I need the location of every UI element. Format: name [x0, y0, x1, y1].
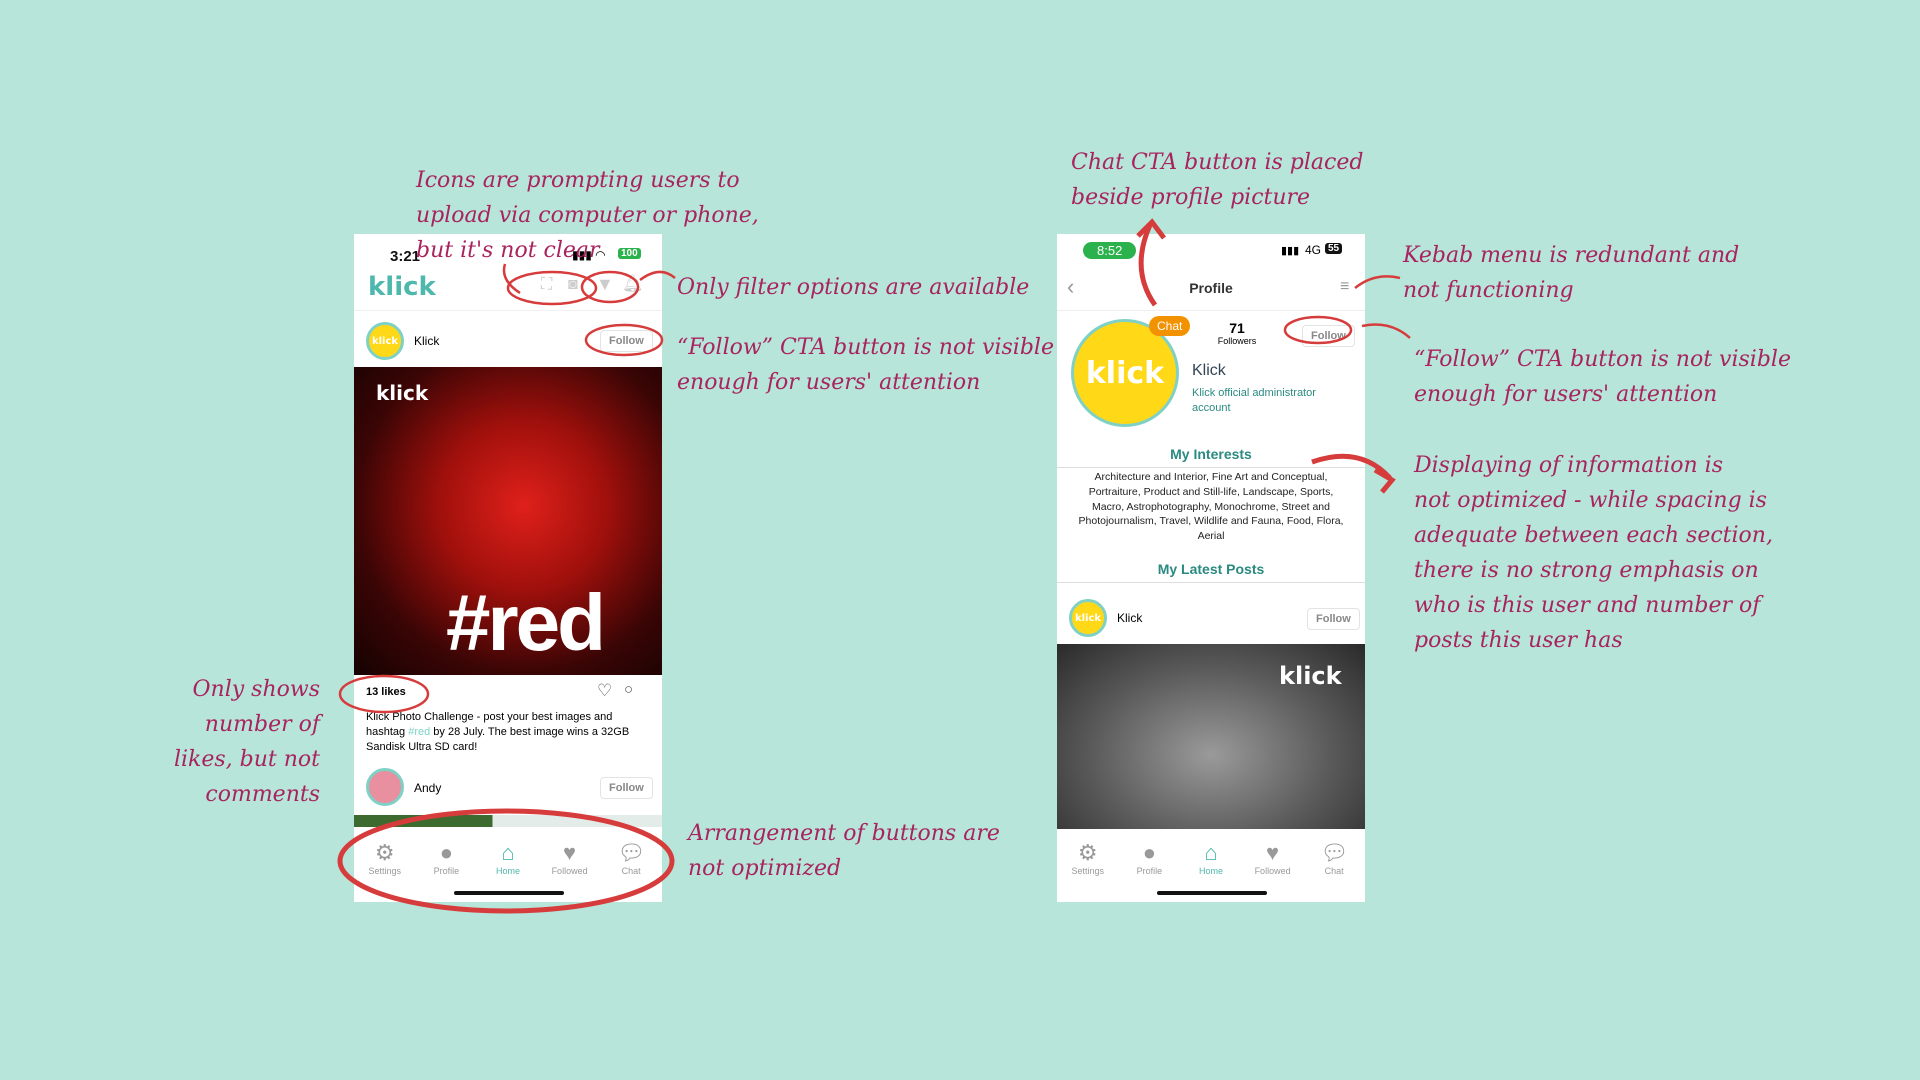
bottom-nav: ⚙ Settings ● Profile ⌂ Home ♥ Followed 💬︎ Cha…	[354, 840, 662, 890]
gear-icon: ⚙	[374, 840, 395, 865]
profile-name: Klick	[1192, 362, 1226, 379]
chat-button[interactable]: Chat	[1149, 316, 1191, 336]
image-logo: klick	[376, 381, 429, 405]
hashtag-link[interactable]: #red	[408, 726, 430, 738]
chat-icon: 💬︎	[1320, 840, 1349, 865]
post-caption: Klick Photo Challenge - post your best i…	[366, 711, 630, 753]
nav-followed[interactable]: ♥ Followed	[1243, 840, 1303, 890]
latest-posts-title: My Latest Posts	[1157, 561, 1265, 577]
avatar[interactable]: klick	[1069, 599, 1107, 637]
camera-icon[interactable]: ◙	[568, 276, 578, 294]
nav-settings[interactable]: ⚙ Settings	[355, 840, 415, 890]
scan-icon[interactable]: ⛶	[541, 276, 552, 294]
annotation-follow-left: “Follow” CTA button is not visible enough…	[677, 335, 1054, 395]
home-indicator	[1157, 891, 1267, 895]
battery-indicator: 55	[1325, 243, 1343, 254]
post-image[interactable]: klick #red	[354, 367, 662, 675]
network-label: 4G	[1305, 243, 1322, 257]
followers-label: Followers	[1217, 336, 1257, 346]
status-time: 8:52	[1083, 242, 1137, 259]
heart-icon: ♥	[1266, 840, 1280, 865]
annotation-filter: Only filter options are available	[677, 275, 1030, 300]
nav-home[interactable]: ⌂ Home	[478, 840, 538, 890]
bell-icon[interactable]: 🔔︎	[622, 274, 644, 294]
annotation-arrangement: Arrangement of buttons are not optimized	[688, 821, 1000, 881]
kebab-menu-icon[interactable]: ≡	[1340, 278, 1349, 296]
interests-list: Architecture and Interior, Fine Art and …	[1078, 471, 1344, 543]
post-username[interactable]: Klick	[414, 334, 439, 348]
interests-title: My Interests	[1170, 446, 1252, 462]
nav-profile[interactable]: ● Profile	[416, 840, 476, 890]
filter-icon[interactable]: ▼	[596, 274, 614, 295]
nav-followed[interactable]: ♥ Followed	[540, 840, 600, 890]
annotation-display: Displaying of information is not optimize…	[1414, 453, 1773, 653]
bottom-nav: ⚙ Settings ● Profile ⌂ Home ♥ Followed 💬︎ Cha…	[1057, 840, 1365, 890]
followers-count: 71	[1229, 320, 1245, 336]
home-screen: 3:21 ▮▮▮ ◠ 100 klick ⛶ ◙ ▼ 🔔︎ klick Klic…	[354, 234, 662, 902]
home-icon: ⌂	[501, 840, 515, 865]
post-username[interactable]: Klick	[1117, 611, 1142, 625]
nav-settings[interactable]: ⚙ Settings	[1058, 840, 1118, 890]
home-indicator	[454, 891, 564, 895]
signal-icon: ▮▮▮	[1281, 245, 1300, 257]
heart-icon: ♥	[563, 840, 577, 865]
chat-icon: 💬︎	[617, 840, 646, 865]
annotation-chat: Chat CTA button is placed beside profile …	[1071, 150, 1364, 210]
klick-logo: klick	[368, 272, 436, 302]
profile-screen: 8:52 ▮▮▮ 4G 55 ‹ Profile ≡ klick Chat 71…	[1057, 234, 1365, 902]
image-logo: klick	[1279, 662, 1342, 690]
next-post-image	[354, 815, 662, 827]
nav-chat[interactable]: 💬︎ Chat	[601, 840, 661, 890]
nav-profile[interactable]: ● Profile	[1119, 840, 1179, 890]
annotation-kebab: Kebab menu is redundant and not functioni…	[1403, 243, 1740, 303]
page-title: Profile	[1189, 280, 1233, 296]
nav-home[interactable]: ⌂ Home	[1181, 840, 1241, 890]
avatar[interactable]	[366, 768, 404, 806]
follow-button[interactable]: Follow	[1302, 325, 1355, 347]
post-image[interactable]: klick	[1057, 644, 1365, 829]
annotation-icons: Icons are prompting users to upload via c…	[416, 168, 759, 263]
follow-button[interactable]: Follow	[1307, 608, 1360, 630]
nav-chat[interactable]: 💬︎ Chat	[1304, 840, 1364, 890]
likes-count: 13 likes	[366, 686, 406, 698]
comment-icon[interactable]: ○	[624, 681, 633, 698]
arrow-follow-right	[1361, 323, 1411, 339]
person-icon: ●	[1142, 840, 1157, 865]
profile-description: Klick official administrator account	[1192, 387, 1316, 414]
annotation-follow-right: “Follow” CTA button is not visible enough…	[1414, 347, 1791, 407]
person-icon: ●	[439, 840, 454, 865]
gear-icon: ⚙	[1077, 840, 1098, 865]
follow-button[interactable]: Follow	[600, 777, 653, 799]
heart-icon[interactable]: ♡	[597, 681, 612, 701]
avatar[interactable]: klick	[366, 322, 404, 360]
follow-button[interactable]: Follow	[600, 330, 653, 352]
post-username[interactable]: Andy	[414, 781, 441, 795]
annotation-likes: Only shows number of likes, but not comment…	[173, 677, 320, 807]
image-hashtag: #red	[446, 578, 606, 667]
home-icon: ⌂	[1204, 840, 1218, 865]
